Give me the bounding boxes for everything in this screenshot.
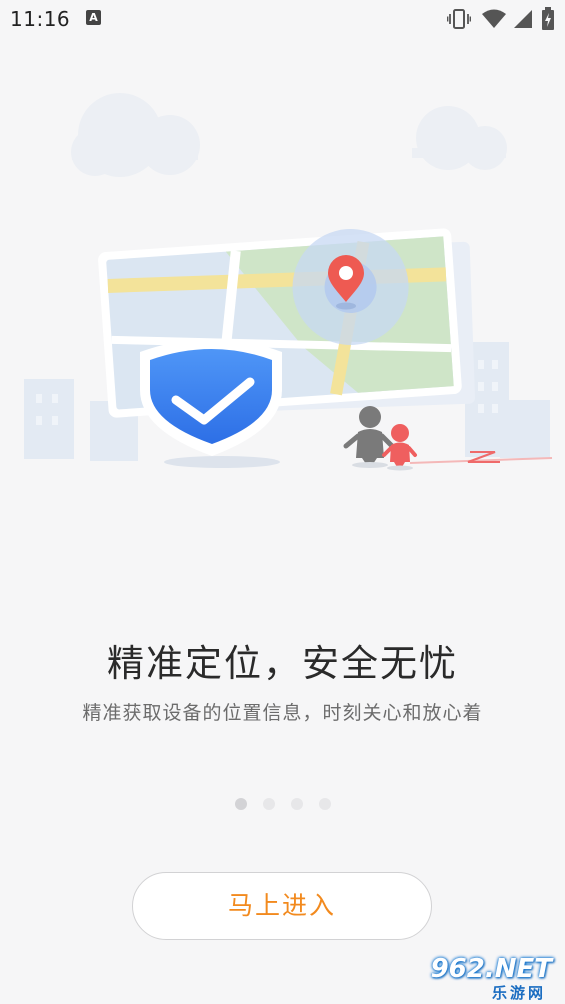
onboarding-subtitle: 精准获取设备的位置信息，时刻关心和放心着: [82, 702, 483, 724]
shield-check-icon: [140, 339, 282, 468]
enter-now-button[interactable]: 马上进入: [132, 872, 432, 940]
wifi-icon: [482, 9, 506, 28]
vibrate-icon: [447, 9, 471, 29]
site-watermark-logo: 962.NET 乐游网: [426, 954, 562, 1002]
page-dot-3[interactable]: [290, 798, 303, 810]
status-bar: 11:16 A: [0, 0, 565, 38]
cloud-left: [71, 93, 200, 177]
notification-a-icon: A: [86, 10, 101, 25]
page-indicator: [0, 798, 565, 812]
onboarding-title: 精准定位，安全无忧: [107, 642, 458, 685]
page-dot-1[interactable]: [234, 798, 247, 810]
status-time: 11:16: [10, 7, 71, 31]
page-dot-4[interactable]: [318, 798, 331, 810]
cloud-right: [412, 106, 507, 170]
battery-icon: [542, 7, 554, 30]
signal-icon: [514, 10, 532, 28]
page-dot-2[interactable]: [262, 798, 275, 810]
watermark-sub: 乐游网: [491, 984, 546, 1002]
watermark-main: 962.NET: [430, 954, 552, 984]
map-location-shield-illustration: [24, 93, 553, 471]
